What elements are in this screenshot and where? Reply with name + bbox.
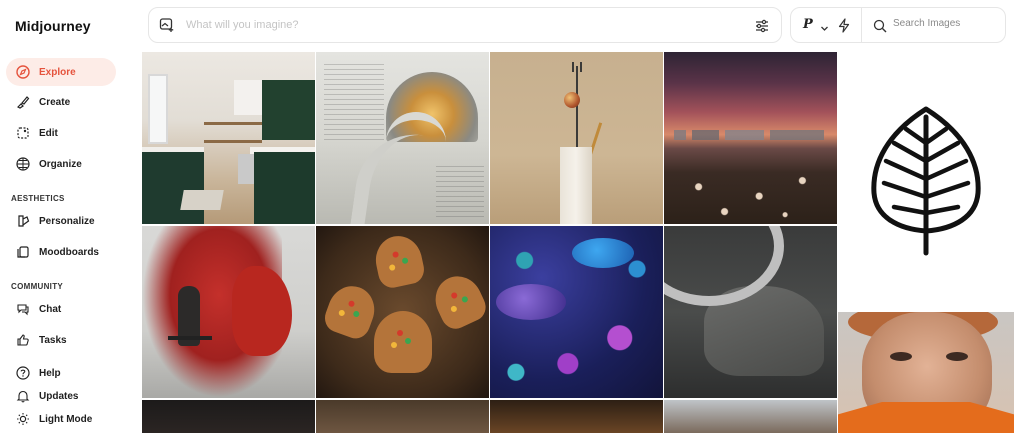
tools-bar: P xyxy=(790,7,1006,43)
personalization-button[interactable]: P xyxy=(803,17,813,32)
brand-logo[interactable]: Midjourney xyxy=(15,18,91,34)
gallery-image[interactable] xyxy=(490,400,663,433)
bell-icon xyxy=(16,389,30,403)
section-label-aesthetics: AESTHETICS xyxy=(11,194,65,203)
settings-sliders-icon[interactable] xyxy=(754,18,770,34)
sidebar-item-label: Moodboards xyxy=(39,246,99,258)
sidebar-item-label: Personalize xyxy=(39,215,95,227)
sidebar-item-create[interactable]: Create xyxy=(6,88,116,116)
leaf-icon xyxy=(871,106,981,256)
sidebar-item-label: Updates xyxy=(39,390,79,402)
sidebar-item-tasks[interactable]: Tasks xyxy=(6,326,116,354)
gallery-image-kitchen[interactable] xyxy=(142,52,315,224)
section-label-community: COMMUNITY xyxy=(11,282,64,291)
brush-icon xyxy=(16,95,30,109)
moodboard-icon xyxy=(16,245,30,259)
palette-icon xyxy=(16,214,30,228)
gallery-image-leaf-icon[interactable] xyxy=(838,52,1014,310)
sidebar-item-moodboards[interactable]: Moodboards xyxy=(6,238,116,266)
prompt-input[interactable] xyxy=(186,19,726,31)
gallery-image-steering-wheel[interactable] xyxy=(664,226,837,398)
sidebar-item-label: Create xyxy=(39,96,71,108)
sidebar-item-label: Edit xyxy=(39,127,58,139)
compass-icon xyxy=(16,65,30,79)
add-image-icon[interactable] xyxy=(159,17,175,33)
lightning-icon[interactable] xyxy=(837,18,851,33)
sidebar-item-label: Tasks xyxy=(39,334,67,346)
sun-icon xyxy=(16,412,30,426)
search-icon xyxy=(873,19,887,33)
gallery-image-red-silhouette[interactable] xyxy=(142,226,315,398)
sidebar: Midjourney Explore Create Edit Organize … xyxy=(0,0,132,433)
gallery-image[interactable] xyxy=(316,400,489,433)
sidebar-item-explore[interactable]: Explore xyxy=(6,58,116,86)
chevron-down-icon[interactable] xyxy=(820,20,829,31)
sidebar-item-light-mode[interactable]: Light Mode xyxy=(6,405,116,433)
divider xyxy=(861,8,862,42)
help-icon xyxy=(16,366,30,380)
edit-icon xyxy=(16,126,30,140)
prompt-bar xyxy=(148,7,782,43)
gallery-image[interactable] xyxy=(664,400,837,433)
gallery-image-portrait[interactable] xyxy=(838,312,1014,433)
sidebar-item-label: Explore xyxy=(39,66,76,78)
gallery-image-sunset-field[interactable] xyxy=(664,52,837,224)
gallery-image-fork-still-life[interactable] xyxy=(490,52,663,224)
chat-icon xyxy=(16,302,30,316)
gallery-image[interactable] xyxy=(142,400,315,433)
thumbs-up-icon xyxy=(16,333,30,347)
sidebar-item-label: Chat xyxy=(39,303,62,315)
search-input[interactable] xyxy=(893,18,998,29)
gallery-image-architecture-sketch[interactable] xyxy=(316,52,489,224)
grid-icon xyxy=(16,157,30,171)
sidebar-item-label: Organize xyxy=(39,158,82,170)
sidebar-item-label: Help xyxy=(39,367,61,379)
sidebar-item-chat[interactable]: Chat xyxy=(6,295,116,323)
gallery-image-gingerbread[interactable] xyxy=(316,226,489,398)
sidebar-item-label: Light Mode xyxy=(39,413,93,425)
sidebar-item-organize[interactable]: Organize xyxy=(6,150,116,178)
gallery-image-fish-pattern[interactable] xyxy=(490,226,663,398)
sidebar-item-edit[interactable]: Edit xyxy=(6,119,116,147)
sidebar-item-personalize[interactable]: Personalize xyxy=(6,207,116,235)
